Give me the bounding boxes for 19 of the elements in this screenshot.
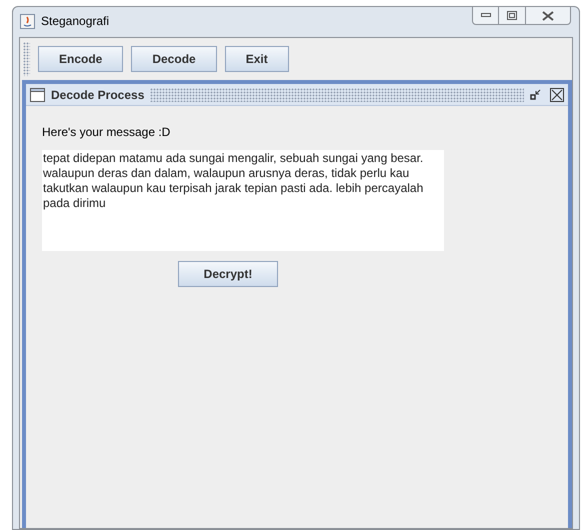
- frame-icon: [30, 88, 45, 102]
- close-icon[interactable]: [550, 88, 564, 102]
- minimize-button[interactable]: [472, 6, 499, 25]
- toolbar-grip[interactable]: [23, 42, 30, 76]
- message-text-area[interactable]: tepat didepan matamu ada sungai mengalir, sebuah sungai yang besar. walaupun deras dan dalam, walaupun arusnya deras, tidak perlu kau takutkan walaupun kau terpisah jarak tepian pasti ada. lebih percayalah pada dirimu: [42, 150, 444, 251]
- window-title: Steganografi: [41, 14, 110, 29]
- restore-icon[interactable]: [530, 88, 542, 100]
- toolbar-button[interactable]: Exit: [224, 46, 289, 72]
- minimize-icon: [480, 13, 490, 18]
- toolbar-button[interactable]: Encode: [38, 46, 124, 72]
- message-label: Here's your message :D: [42, 125, 172, 140]
- maximize-button[interactable]: [499, 6, 525, 25]
- toolbar-button[interactable]: Decode: [131, 46, 217, 72]
- app-icon: [20, 14, 35, 29]
- frame-title: Decode Process: [51, 86, 144, 104]
- close-button[interactable]: [525, 6, 571, 25]
- decrypt-button[interactable]: Decrypt!: [178, 261, 278, 287]
- maximize-icon: [507, 11, 517, 20]
- close-icon: [542, 10, 554, 20]
